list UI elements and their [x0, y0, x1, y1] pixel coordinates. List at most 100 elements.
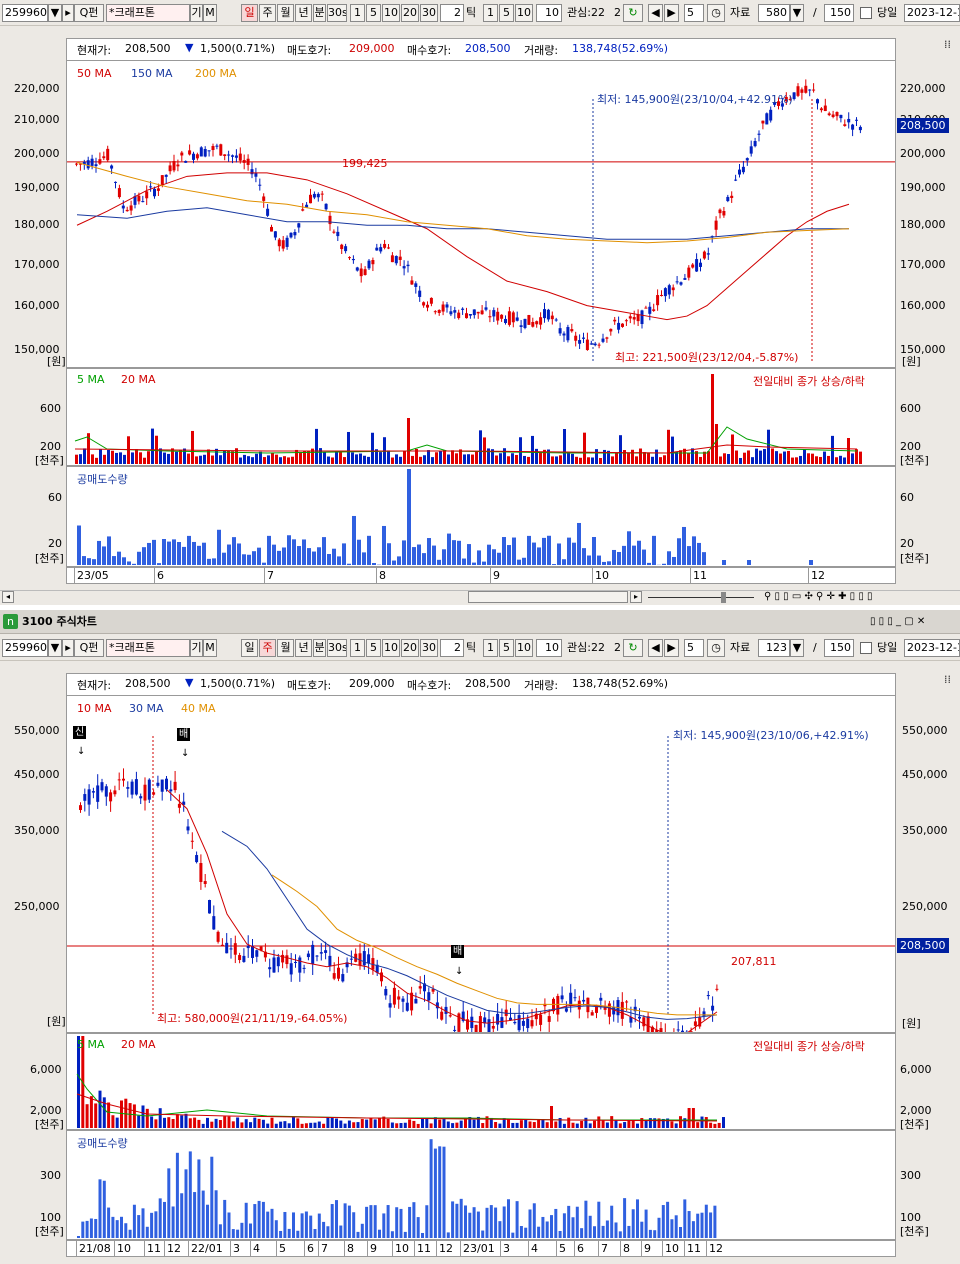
candle-body [302, 967, 306, 969]
period-year-button[interactable]: 년 [295, 4, 312, 22]
interval-20-button[interactable]: 20 [401, 639, 419, 657]
dangil-checkbox[interactable] [860, 7, 872, 19]
settings-icon[interactable]: ⁞⁞ [944, 38, 951, 51]
interval-30-button[interactable]: 30 [420, 639, 438, 657]
date-input[interactable]: 2023-12-1 [904, 639, 960, 657]
candle-body [250, 169, 254, 175]
interval-20-button[interactable]: 20 [401, 4, 419, 22]
m-button[interactable]: M [203, 639, 217, 657]
data-count-dropdown[interactable]: ▼ [790, 4, 804, 22]
period-30s-button[interactable]: 30s [327, 639, 347, 657]
search-button[interactable]: Q펀 [74, 4, 104, 22]
volume-bar [671, 436, 674, 464]
period-week-button[interactable]: 주 [259, 639, 276, 657]
dangil-checkbox[interactable] [860, 642, 872, 654]
prev-arrow-icon[interactable]: ◀ [648, 4, 663, 22]
data-count-dropdown[interactable]: ▼ [790, 639, 804, 657]
gi-button[interactable]: 기 [190, 4, 203, 22]
candle-body [523, 318, 527, 328]
zoom-slider-thumb[interactable] [721, 592, 726, 603]
count-input[interactable]: 10 [536, 639, 562, 657]
code-dropdown-button[interactable]: ▼ [48, 4, 62, 22]
volume-bar [323, 452, 326, 464]
tick-1-button[interactable]: 1 [483, 639, 498, 657]
interval-5-button[interactable]: 5 [366, 639, 381, 657]
data-count-input[interactable]: 123 [758, 639, 790, 657]
short-bar [571, 1217, 575, 1238]
candle-body [320, 193, 324, 195]
candle-body [173, 781, 177, 791]
refresh-icon[interactable]: ↻ [623, 639, 643, 657]
x-tick-label: 6 [577, 1242, 584, 1255]
refresh-icon[interactable]: ↻ [623, 4, 643, 22]
interval-10-button[interactable]: 10 [382, 4, 400, 22]
candle-body [225, 942, 229, 954]
volume-bar [815, 456, 818, 464]
settings-icon[interactable]: ⁞⁞ [944, 673, 951, 686]
scroll-left-icon[interactable]: ◂ [2, 591, 14, 603]
candle-body [219, 144, 223, 156]
period-year-button[interactable]: 년 [295, 639, 312, 657]
scroll-right-icon[interactable]: ▸ [630, 591, 642, 603]
interval-30-button[interactable]: 30 [420, 4, 438, 22]
horizontal-scrollbar[interactable] [468, 591, 628, 603]
data-count-input[interactable]: 580 [758, 4, 790, 22]
price-unit-right: [원] [902, 1017, 921, 1030]
next-arrow-button[interactable]: ▸ [62, 4, 74, 22]
gi-button[interactable]: 기 [190, 639, 203, 657]
code-dropdown-button[interactable]: ▼ [48, 639, 62, 657]
tick-10-button[interactable]: 10 [515, 639, 533, 657]
clock-icon[interactable]: ◷ [707, 4, 725, 22]
count-input[interactable]: 10 [536, 4, 562, 22]
volume-bar [184, 1113, 188, 1128]
candle-body [496, 311, 500, 321]
period-minute-button[interactable]: 분 [313, 639, 326, 657]
m-button[interactable]: M [203, 4, 217, 22]
tick-5-button[interactable]: 5 [499, 4, 514, 22]
short-bar [455, 1203, 459, 1238]
period-day-button[interactable]: 일 [241, 639, 258, 657]
stock-code-input[interactable]: 259960 [2, 4, 48, 22]
tick-input[interactable]: 2 [440, 4, 464, 22]
step-input[interactable]: 5 [684, 639, 704, 657]
total-input[interactable]: 150 [824, 639, 854, 657]
tick-5-button[interactable]: 5 [499, 639, 514, 657]
short-bar [283, 1211, 287, 1238]
short-bar [266, 1211, 270, 1238]
candle-body [573, 997, 577, 999]
prev-arrow-icon[interactable]: ◀ [648, 639, 663, 657]
period-week-button[interactable]: 주 [259, 4, 276, 22]
interval-10-button[interactable]: 10 [382, 639, 400, 657]
candle-body [383, 243, 387, 248]
search-button[interactable]: Q펀 [74, 639, 104, 657]
period-30s-button[interactable]: 30s [327, 4, 347, 22]
total-input[interactable]: 150 [824, 4, 854, 22]
clock-icon[interactable]: ◷ [707, 639, 725, 657]
interval-1-button[interactable]: 1 [350, 4, 365, 22]
x-tick-mark [808, 568, 809, 584]
tick-input[interactable]: 2 [440, 639, 464, 657]
interval-5-button[interactable]: 5 [366, 4, 381, 22]
date-input[interactable]: 2023-12-1 [904, 4, 960, 22]
period-month-button[interactable]: 월 [277, 639, 294, 657]
next-arrow-icon[interactable]: ▶ [664, 639, 679, 657]
volume-bar [699, 456, 702, 464]
period-month-button[interactable]: 월 [277, 4, 294, 22]
interval-1-button[interactable]: 1 [350, 639, 365, 657]
short-bar [541, 1216, 545, 1238]
period-minute-button[interactable]: 분 [313, 4, 326, 22]
window-controls-icon[interactable]: ▯ ▯ ▯ _ ▢ ✕ [870, 613, 925, 631]
next-arrow-icon[interactable]: ▶ [664, 4, 679, 22]
volume-bar [823, 451, 826, 464]
ask-label: 매도호가: [287, 679, 332, 692]
stock-code-input[interactable]: 259960 [2, 639, 48, 657]
tick-10-button[interactable]: 10 [515, 4, 533, 22]
zoom-icons[interactable]: ⚲ ▯ ▯ ▭ ✣ ⚲ ✛ ✚ ▯ ▯ ▯ [764, 588, 873, 606]
period-day-button[interactable]: 일 [241, 4, 258, 22]
tick-1-button[interactable]: 1 [483, 4, 498, 22]
step-input[interactable]: 5 [684, 4, 704, 22]
next-arrow-button[interactable]: ▸ [62, 639, 74, 657]
zoom-slider-track[interactable] [648, 597, 754, 598]
y-tick-label: 210,000 [14, 113, 60, 126]
short-bar [612, 549, 616, 565]
